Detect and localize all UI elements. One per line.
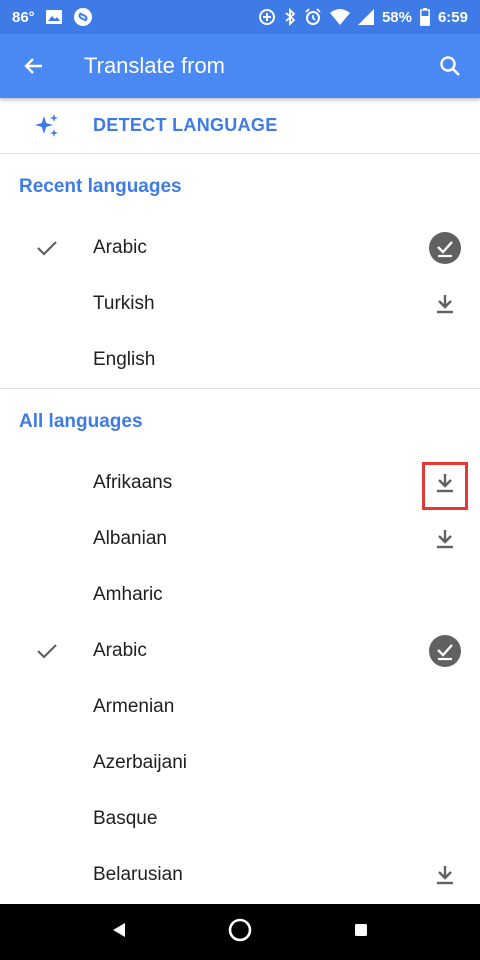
language-name: Azerbaijani — [93, 752, 187, 773]
list-item-azerbaijani[interactable]: Azerbaijani — [0, 735, 480, 791]
list-item-armenian[interactable]: Armenian — [0, 679, 480, 735]
list-item-basque[interactable]: Basque — [0, 791, 480, 847]
language-name: Albanian — [93, 528, 167, 549]
list-item-amharic[interactable]: Amharic — [0, 567, 480, 623]
list-item-arabic[interactable]: Arabic — [0, 623, 480, 679]
triangle-back-icon — [113, 922, 125, 937]
list-item-afrikaans[interactable]: Afrikaans — [0, 455, 480, 511]
download-button[interactable] — [410, 847, 480, 903]
check-icon — [0, 639, 93, 663]
language-name: Amharic — [93, 584, 163, 605]
detect-language-label: DETECT LANGUAGE — [93, 115, 278, 135]
recent-languages-header: Recent languages — [19, 176, 182, 197]
language-name: Armenian — [93, 696, 175, 717]
search-button[interactable] — [420, 34, 480, 98]
temperature-text: 86° — [12, 8, 35, 26]
alarm-icon — [304, 8, 322, 26]
nav-back-button[interactable] — [110, 921, 128, 944]
back-button[interactable] — [0, 34, 68, 98]
download-button[interactable] — [410, 511, 480, 567]
search-icon — [440, 56, 460, 76]
list-item-recent-english[interactable]: English — [0, 332, 480, 388]
language-name: Turkish — [93, 293, 155, 314]
language-name: Belarusian — [93, 864, 183, 885]
language-name: Arabic — [93, 640, 147, 661]
list-item-recent-turkish[interactable]: Turkish — [0, 276, 480, 332]
battery-percent: 58% — [381, 8, 412, 26]
nav-recents-button[interactable] — [352, 921, 370, 944]
download-button-afrikaans[interactable] — [410, 455, 480, 511]
download-icon — [437, 474, 453, 493]
sparkle-icon — [0, 112, 93, 140]
check-icon — [0, 236, 93, 260]
page-title: Translate from — [84, 53, 226, 78]
nav-home-button[interactable] — [228, 918, 252, 947]
language-name: Afrikaans — [93, 472, 173, 493]
app-bar: Translate from — [0, 34, 480, 98]
language-list[interactable]: DETECT LANGUAGE Recent languages Arabic … — [0, 98, 480, 904]
download-button[interactable] — [410, 276, 480, 332]
home-circle-icon — [228, 918, 252, 941]
all-languages-header: All languages — [19, 411, 143, 432]
list-item-albanian[interactable]: Albanian — [0, 511, 480, 567]
language-name: English — [93, 349, 156, 370]
detect-language-button[interactable]: DETECT LANGUAGE — [0, 98, 480, 154]
battery-icon — [420, 8, 430, 26]
download-icon — [437, 866, 453, 885]
data-saver-icon — [258, 8, 276, 26]
list-item-belarusian[interactable]: Belarusian — [0, 847, 480, 903]
downloaded-icon[interactable] — [410, 220, 480, 276]
clock-text: 6:59 — [437, 8, 468, 26]
bluetooth-icon — [284, 8, 296, 26]
downloaded-icon[interactable] — [410, 623, 480, 679]
arrow-back-icon — [24, 58, 42, 74]
signal-icon — [357, 9, 374, 25]
status-bar: 86° 58% 6:59 — [0, 0, 480, 34]
language-name: Arabic — [93, 237, 147, 258]
square-recents-icon — [355, 923, 367, 936]
download-icon — [437, 295, 453, 314]
wifi-icon — [329, 9, 350, 25]
system-nav-bar — [0, 904, 480, 960]
shazam-icon — [73, 7, 93, 27]
list-item-recent-arabic[interactable]: Arabic — [0, 220, 480, 276]
download-icon — [437, 530, 453, 549]
image-icon — [45, 9, 63, 25]
language-name: Basque — [93, 808, 158, 829]
